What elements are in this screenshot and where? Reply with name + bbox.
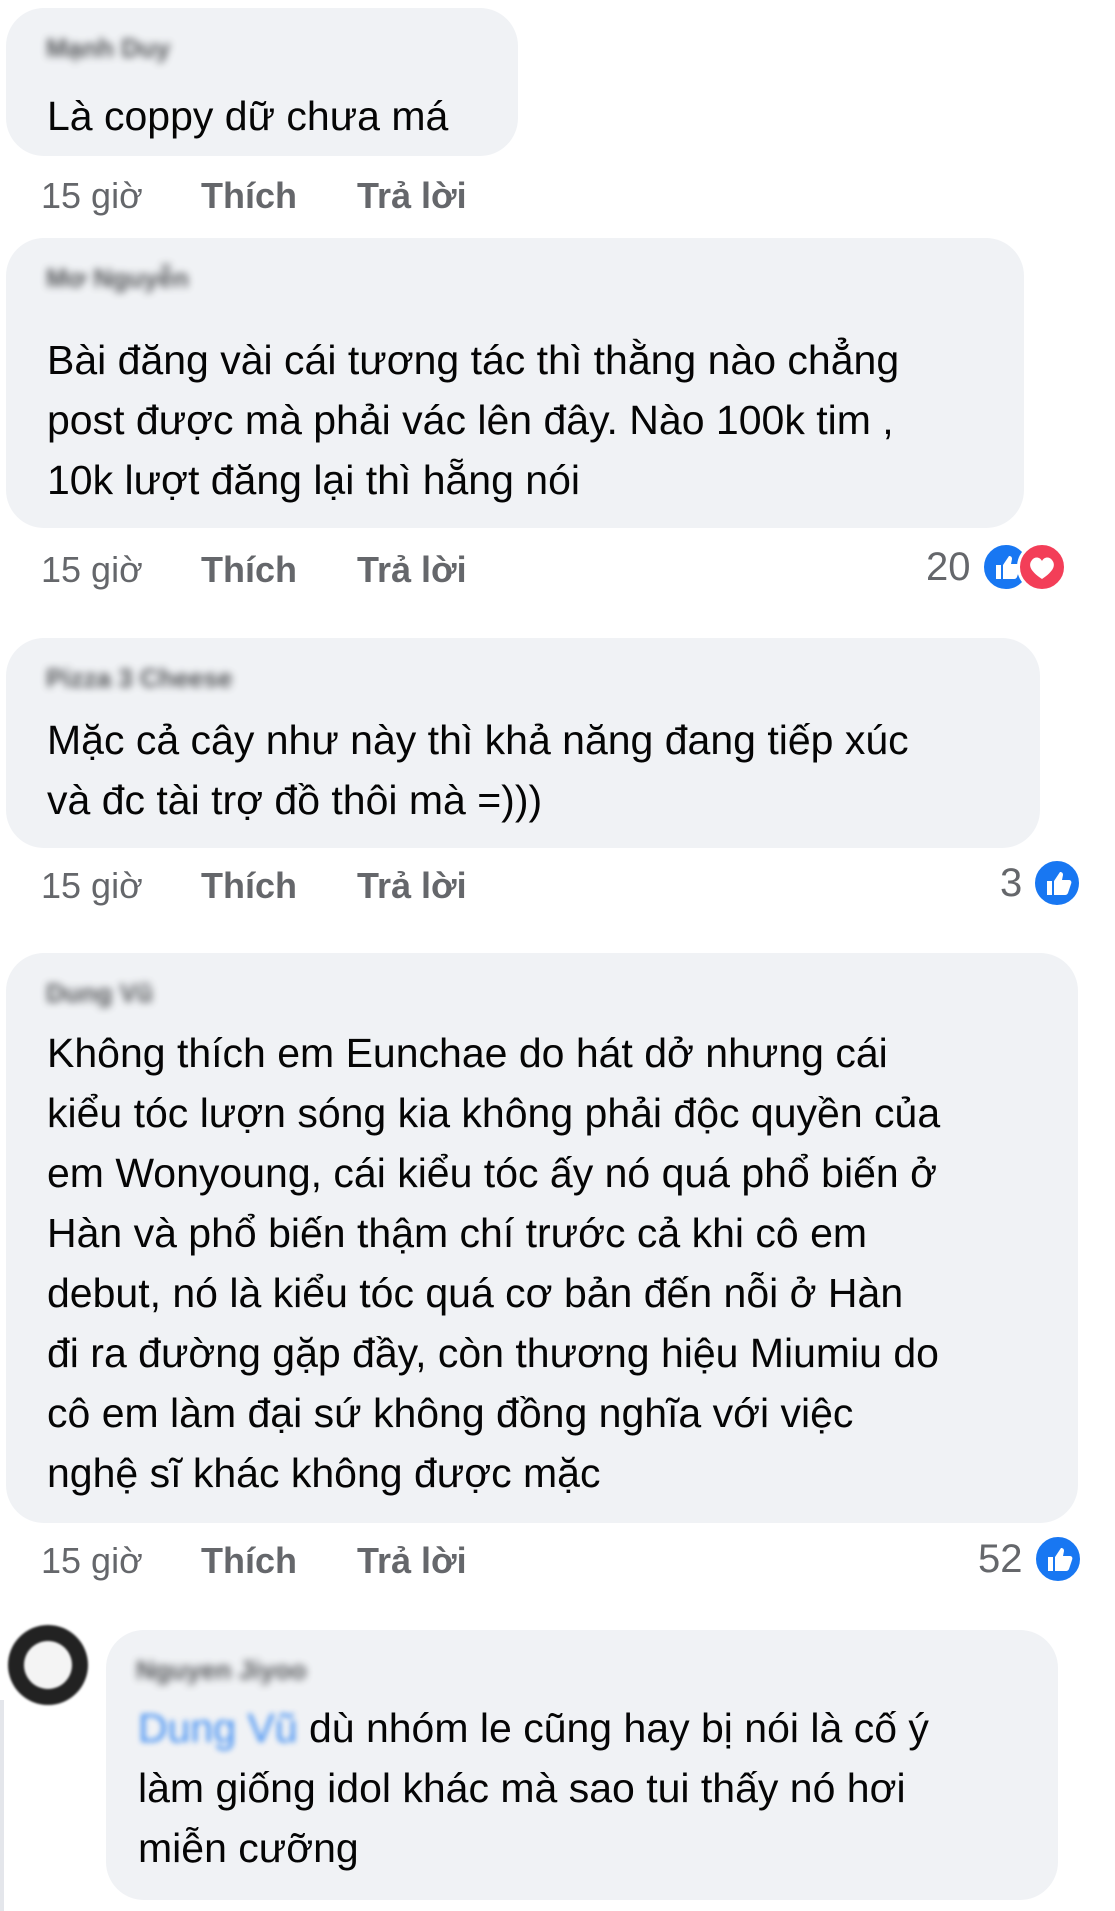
reply-text-line: Dung Vũ dù nhóm le cũng hay bị nói là cố… [138,1698,929,1758]
comment-time[interactable]: 15 giờ [41,1541,201,1581]
comment-bubble: Dung Vũ Không thích em Eunchae do hát dở… [6,953,1078,1523]
reply-bubble: Nguyen Jiyoo Dung Vũ dù nhóm le cũng hay… [106,1630,1058,1900]
comment-text-line: debut, nó là kiểu tóc quá cơ bản đến nỗi… [47,1270,904,1316]
comment-author[interactable]: Mơ Nguyễn [46,264,189,292]
reaction-count: 3 [1000,860,1023,905]
comment-text-line: Không thích em Eunchae do hát dở nhưng c… [47,1030,888,1076]
comment-author[interactable]: Mạnh Duy [46,34,170,62]
reply-button[interactable]: Trả lời [357,176,467,216]
mention-link[interactable]: Dung Vũ [138,1705,298,1751]
comment-text-line: 10k lượt đăng lại thì hẵng nói [47,457,581,503]
reaction-summary[interactable]: 52 [978,1534,1083,1584]
avatar[interactable] [8,1625,88,1705]
comment-bubble: Mạnh Duy Là coppy dữ chưa má [6,8,518,156]
comment-author[interactable]: Pizza 3 Cheese [46,664,232,692]
comment-text-line: Bài đăng vài cái tương tác thì thằng nào… [47,337,900,383]
comment-actions: 15 giờ Thích Trả lời [41,866,467,906]
comment-text-line: đi ra đường gặp đầy, còn thương hiệu Miu… [47,1330,939,1376]
reply-author[interactable]: Nguyen Jiyoo [136,1656,306,1684]
comment-time[interactable]: 15 giờ [41,866,201,906]
like-button[interactable]: Thích [201,1541,357,1581]
like-button[interactable]: Thích [201,176,357,216]
comment-bubble: Pizza 3 Cheese Mặc cả cây như này thì kh… [6,638,1040,848]
comment-time[interactable]: 15 giờ [41,176,201,216]
comment-text-line: Là coppy dữ chưa má [47,93,449,139]
comment-text-line: post được mà phải vác lên đây. Nào 100k … [47,397,894,443]
comment-text-line: nghệ sĩ khác không được mặc [47,1450,601,1496]
thumbs-up-icon [1032,1534,1083,1584]
comment-text-line: Hàn và phổ biến thậm chí trước cả khi cô… [47,1210,868,1256]
like-button[interactable]: Thích [201,550,357,590]
comment-text-line: em Wonyoung, cái kiểu tóc ấy nó quá phổ … [47,1150,937,1196]
comment-text-line: và đc tài trợ đồ thôi mà =))) [47,777,543,823]
comment-text-line: cô em làm đại sứ không đồng nghĩa với vi… [47,1390,854,1436]
reaction-count: 20 [926,544,971,589]
reaction-summary[interactable]: 20 [926,542,1067,592]
reaction-count: 52 [978,1536,1023,1581]
heart-icon [1016,542,1067,592]
reply-button[interactable]: Trả lời [357,866,467,906]
comment-text-line: kiểu tóc lượn sóng kia không phải độc qu… [47,1090,941,1136]
comment-actions: 15 giờ Thích Trả lời [41,176,467,216]
comment-author[interactable]: Dung Vũ [46,979,153,1007]
reply-text-line: miễn cưỡng [138,1825,359,1871]
like-button[interactable]: Thích [201,866,357,906]
reply-text: dù nhóm le cũng hay bị nói là cố ý [297,1705,929,1751]
reply-button[interactable]: Trả lời [357,550,467,590]
thumbs-up-icon [1032,858,1083,908]
comment-actions: 15 giờ Thích Trả lời [41,1541,467,1581]
reaction-summary[interactable]: 3 [1000,858,1083,908]
reply-text-line: làm giống idol khác mà sao tui thấy nó h… [138,1765,906,1811]
comment-bubble: Mơ Nguyễn Bài đăng vài cái tương tác thì… [6,238,1024,528]
comment-actions: 15 giờ Thích Trả lời [41,550,467,590]
reply-button[interactable]: Trả lời [357,1541,467,1581]
thread-line [0,1700,4,1911]
comment-text-line: Mặc cả cây như này thì khả năng đang tiế… [47,717,909,763]
comment-time[interactable]: 15 giờ [41,550,201,590]
